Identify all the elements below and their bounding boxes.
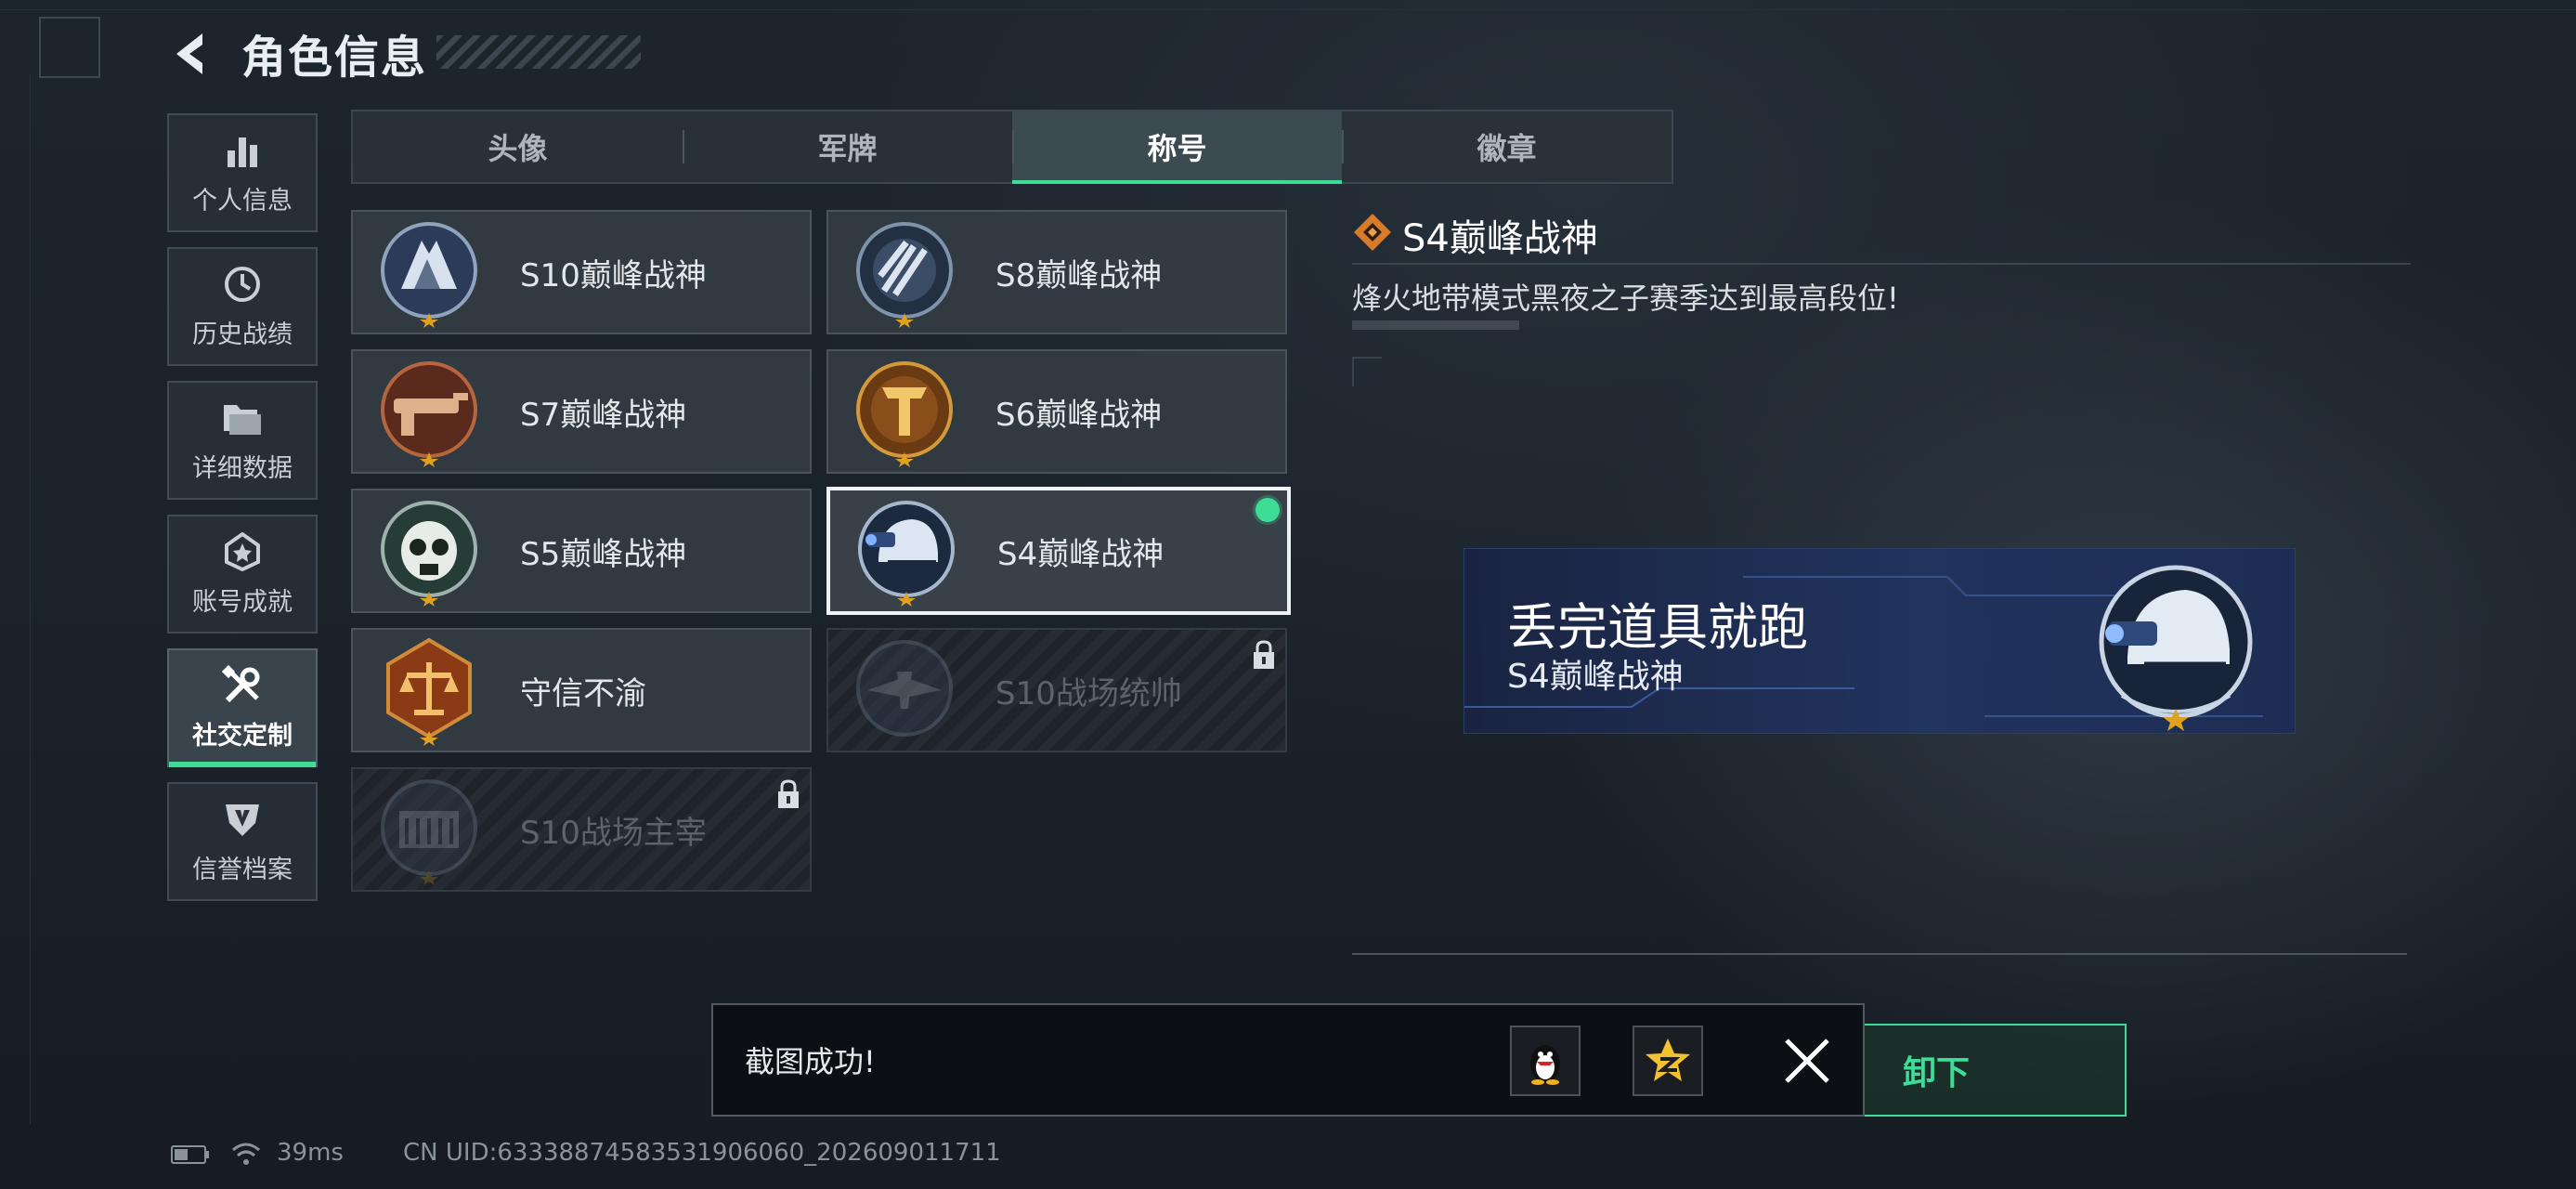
title-card-s10-peak[interactable]: S10巅峰战神 [351,210,812,334]
title-card-keep-faith[interactable]: 守信不渝 [351,628,812,752]
back-button[interactable] [165,26,221,82]
s4-peak-emblem-icon [2099,565,2253,731]
nav-label: 账号成就 [192,587,293,617]
title-card-s4-peak[interactable]: S4巅峰战神 [826,487,1291,615]
title-name: S8巅峰战神 [995,256,1163,294]
justice-scale-emblem-icon [386,637,472,746]
nav-item-social-custom[interactable]: 社交定制 [167,648,318,767]
screenshot-toast: 截图成功! [711,1003,1865,1117]
s7-peak-emblem-icon [381,361,477,467]
nav-item-history[interactable]: 历史战绩 [167,247,318,366]
title-card-s6-peak[interactable]: S6巅峰战神 [826,349,1287,474]
s10-commander-emblem-icon [856,640,953,737]
title-card-s10-commander[interactable]: S10战场统帅 [826,628,1287,752]
tab-title[interactable]: 称号 [1012,111,1342,184]
detail-blurred-text [1352,320,1519,330]
detail-corner-decoration [1352,357,1382,386]
toast-message: 截图成功! [745,1044,876,1079]
page-title: 角色信息 [241,32,428,84]
close-icon[interactable] [1779,1033,1835,1089]
bar-chart-icon [222,130,263,171]
s5-peak-emblem-icon [381,501,477,607]
battery-icon [171,1145,209,1164]
frame-top-line [0,9,2576,10]
title-name: S10战场主宰 [520,814,707,852]
title-name: S4巅峰战神 [997,535,1164,573]
frame-left-line [30,74,31,1124]
back-arrow-icon [176,33,202,74]
category-tabs: 头像 军牌 称号 徽章 [351,110,1673,184]
title-preview-banner: 丢完道具就跑 S4巅峰战神 [1464,548,2296,734]
preview-title-name: S4巅峰战神 [1507,658,1684,696]
detail-bottom-divider [1352,953,2407,955]
nav-label: 详细数据 [192,453,293,483]
title-name: S5巅峰战神 [520,535,687,573]
achievement-icon [222,531,263,572]
unequip-label: 卸下 [1902,1054,1970,1092]
uid-readout: CN UID:6333887458353190606​0_20260901171… [403,1139,1001,1167]
nav-item-detailed-data[interactable]: 详细数据 [167,381,318,500]
title-name: S10战场统帅 [995,674,1182,712]
qzone-star-icon [1646,1039,1690,1081]
nav-item-personal-info[interactable]: 个人信息 [167,113,318,232]
title-card-s7-peak[interactable]: S7巅峰战神 [351,349,812,474]
tab-badge[interactable]: 徽章 [1342,111,1672,182]
wrench-tools-icon [222,664,263,706]
title-diamond-icon [1354,214,1391,251]
s6-peak-emblem-icon [856,361,953,467]
folder-icon [222,398,263,438]
nav-label: 信誉档案 [192,855,293,884]
lock-icon [1254,640,1274,669]
qq-penguin-icon [1530,1045,1560,1085]
s4-peak-emblem-icon [858,501,955,607]
tab-avatar[interactable]: 头像 [353,111,683,182]
share-qq-button[interactable] [1510,1026,1581,1096]
title-card-s10-dominator[interactable]: S10战场主宰 [351,767,812,892]
detail-divider [1352,263,2411,265]
nav-label: 历史战绩 [192,320,293,349]
title-decoration [436,35,641,69]
title-name: S7巅峰战神 [520,396,687,434]
share-qzone-button[interactable] [1633,1026,1703,1096]
ping-readout: 39ms [277,1139,344,1167]
nav-label: 个人信息 [192,186,293,216]
nav-item-achievements[interactable]: 账号成就 [167,515,318,634]
nav-label: 社交定制 [192,721,293,751]
title-card-s8-peak[interactable]: S8巅峰战神 [826,210,1287,334]
s8-peak-emblem-icon [856,222,953,328]
corner-decoration [39,17,100,78]
equipped-indicator [1255,498,1280,522]
lock-icon [778,779,799,808]
nav-item-credit-record[interactable]: 信誉档案 [167,782,318,901]
title-name: S6巅峰战神 [995,396,1163,434]
clock-history-icon [222,264,263,305]
tab-dogtag[interactable]: 军牌 [683,111,1012,182]
credit-shield-icon [222,799,263,840]
wifi-icon [232,1143,260,1165]
detail-title: S4巅峰战神 [1402,217,1598,260]
detail-description: 烽火地带模式黑夜之子赛季达到最高段位! [1352,281,1899,316]
s10-dominator-emblem-icon [381,779,477,885]
s10-peak-emblem-icon [381,222,477,328]
title-name: 守信不渝 [520,674,646,712]
title-name: S10巅峰战神 [520,256,707,294]
title-card-s5-peak[interactable]: S5巅峰战神 [351,489,812,613]
